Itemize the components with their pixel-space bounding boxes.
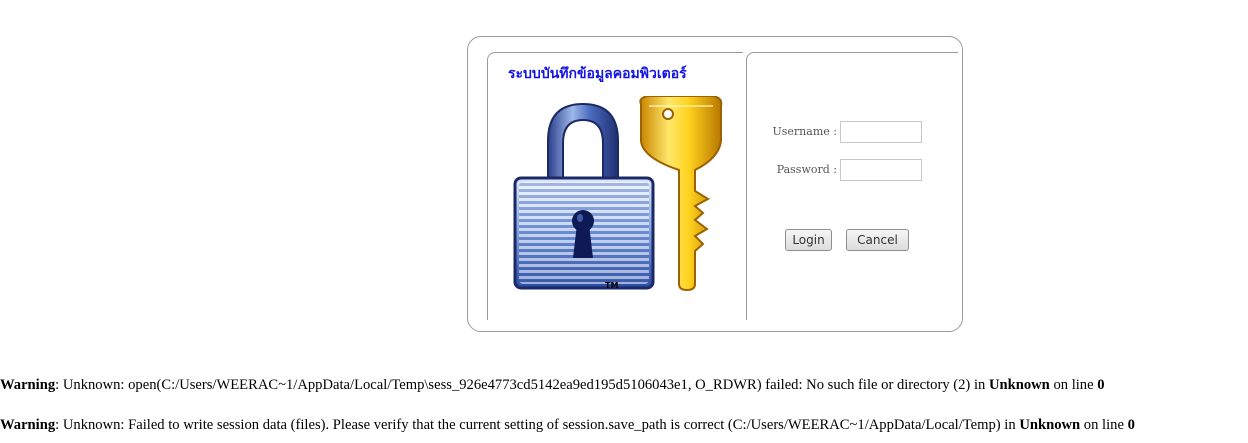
username-label: Username :	[772, 125, 838, 138]
username-row: Username :	[747, 121, 959, 143]
trademark-label: TM	[605, 281, 619, 290]
login-button[interactable]: Login	[785, 229, 832, 251]
warning-location: Unknown	[1019, 417, 1081, 433]
password-row: Password :	[747, 159, 959, 181]
username-input[interactable]	[840, 121, 922, 143]
logo-panel: ระบบบันทึกข้อมูลคอมพิวเตอร์ TM	[487, 52, 743, 320]
warning-line-number: 0	[1127, 417, 1135, 433]
lock-key-logo	[513, 95, 725, 300]
system-title: ระบบบันทึกข้อมูลคอมพิวเตอร์	[508, 66, 687, 82]
padlock-icon	[513, 102, 655, 290]
login-box: ระบบบันทึกข้อมูลคอมพิวเตอร์ TM Username …	[467, 36, 963, 332]
warning-line-number: 0	[1097, 377, 1105, 393]
cancel-button[interactable]: Cancel	[846, 229, 909, 251]
warning-location: Unknown	[988, 377, 1050, 393]
password-label: Password :	[776, 163, 837, 176]
warning-text: : Unknown: open(C:/Users/WEERAC~1/AppDat…	[55, 377, 989, 393]
warning-message-1: Warning: Unknown: open(C:/Users/WEERAC~1…	[0, 377, 1105, 393]
warning-message-2: Warning: Unknown: Failed to write sessio…	[0, 417, 1135, 433]
warning-prefix: Warning	[0, 377, 56, 393]
warning-text: : Unknown: Failed to write session data …	[55, 417, 1020, 433]
password-input[interactable]	[840, 159, 922, 181]
login-form-panel: Username : Password : Login Cancel	[746, 52, 958, 320]
warning-prefix: Warning	[0, 417, 56, 433]
